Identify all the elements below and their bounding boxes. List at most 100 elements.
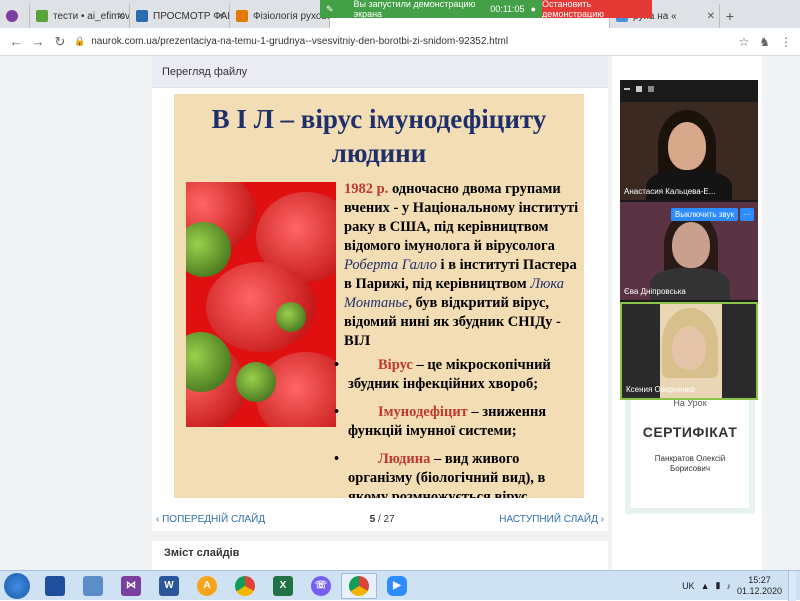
more-options-button[interactable]: ··· [740, 208, 754, 221]
slide-counter: 5 / 27 [370, 514, 395, 525]
zoom-video-panel: Анастасия Кальцева-Е... Выключить звук ·… [620, 80, 758, 400]
browser-tab-4[interactable]: Фізіологія руховою [230, 4, 330, 28]
url-field[interactable]: 🔒 naurok.com.ua/prezentaciya-na-temu-1-g… [74, 36, 738, 47]
taskbar-app-save[interactable] [37, 573, 73, 599]
file-viewer: Перегляд файлу В І Л – вірус імунодефіци… [152, 56, 608, 531]
tab-favicon-icon [36, 10, 48, 22]
screen-share-banner: ✎ Вы запустили демонстрацию экрана 00:11… [320, 0, 542, 19]
avast-icon: A [197, 575, 217, 596]
prev-slide-link[interactable]: ‹ ПОПЕРЕДНІЙ СЛАЙД [156, 514, 265, 525]
taskbar-app-chrome[interactable] [227, 573, 263, 599]
archive-icon [83, 575, 103, 596]
bullet-term: Вірус [378, 357, 413, 373]
tab-close-icon[interactable]: ✕ [217, 11, 225, 22]
viber-icon: ☏ [311, 575, 331, 596]
volume-icon[interactable]: ♪ [726, 581, 731, 591]
taskbar-app-avast[interactable]: A [189, 573, 225, 599]
bullet-item: Імунодефіцит – зниження функцій імунної … [334, 403, 580, 441]
certificate-title: СЕРТИФІКАТ [642, 424, 738, 440]
excel-icon: X [273, 575, 293, 596]
slide-bullet-list: Вірус – це мікроскопічний збудник інфекц… [334, 356, 580, 498]
chrome-active-icon [349, 575, 369, 596]
share-message: Вы запустили демонстрацию экрана [353, 0, 476, 19]
share-timer: 00:11:05 [490, 4, 525, 14]
participant-tile[interactable]: Анастасия Кальцева-Е... [620, 102, 758, 200]
share-pin-icon: ✎ [326, 3, 334, 14]
browser-tab-2[interactable]: тести • ai_efimova ✕ [30, 4, 130, 28]
system-clock[interactable]: 15:27 01.12.2020 [737, 575, 782, 597]
back-icon[interactable]: ← [8, 34, 24, 49]
participant-name: Ксения Оверченко [626, 385, 695, 394]
forward-icon[interactable]: → [30, 34, 46, 49]
layout-icon[interactable] [648, 86, 654, 92]
zoom-icon: ▶ [387, 575, 407, 596]
browser-tab-3[interactable]: ПРОСМОТР ФАЙЛ ✕ [130, 4, 230, 28]
clock-time: 15:27 [748, 574, 771, 585]
slide-title-line1: В І Л – вірус імунодефіциту [211, 104, 547, 134]
taskbar-app-visual-studio[interactable]: ⋈ [113, 573, 149, 599]
tab-favicon-icon [236, 10, 248, 22]
taskbar-app-excel[interactable]: X [265, 573, 301, 599]
extension-icon[interactable]: ♞ [759, 35, 770, 49]
contents-header: Зміст слайдів [164, 547, 240, 559]
bookmark-star-icon[interactable]: ☆ [738, 35, 749, 49]
taskbar-app-word[interactable]: W [151, 573, 187, 599]
tray-expand-icon[interactable]: ▲ [701, 581, 710, 591]
save-icon [45, 575, 65, 596]
stop-share-label: Остановить демонстрацию [542, 0, 604, 19]
bullet-term: Людина [378, 451, 431, 467]
chrome-icon [235, 575, 255, 596]
current-slide-number: 5 [369, 513, 376, 525]
lock-icon: 🔒 [74, 36, 86, 46]
taskbar-app-zoom[interactable]: ▶ [379, 573, 415, 599]
tab-close-icon[interactable]: ✕ [707, 11, 715, 22]
slide-title: В І Л – вірус імунодефіциту людини [174, 102, 584, 170]
slide-year: 1982 р. [344, 181, 389, 197]
next-slide-link[interactable]: НАСТУПНИЙ СЛАЙД › [499, 514, 604, 525]
new-tab-button[interactable]: + [720, 8, 740, 24]
menu-icon[interactable]: ⋮ [780, 35, 792, 49]
slide-paragraph: 1982 р. одночасно двома групами вчених -… [344, 180, 580, 351]
slide-title-line2: людини [331, 138, 427, 168]
certificate-name-line1: Панкратов Олексій [654, 454, 726, 463]
share-status-icon: ● [530, 4, 536, 14]
presentation-slide: В І Л – вірус імунодефіциту людини 1982 … [174, 94, 584, 498]
blood-cells-image [186, 182, 336, 427]
view-icon[interactable] [636, 86, 642, 92]
certificate-name: Панкратов Олексій Борисович [631, 454, 749, 474]
clock-date: 01.12.2020 [736, 585, 782, 596]
participant-tile[interactable]: Ксения Оверченко [620, 302, 758, 400]
bullet-item: Вірус – це мікроскопічний збудник інфекц… [334, 356, 580, 394]
language-indicator[interactable]: UK [682, 581, 695, 591]
minimize-icon[interactable] [624, 88, 630, 90]
show-desktop-button[interactable] [788, 570, 796, 601]
participant-name: Єва Дніпровська [624, 287, 686, 296]
slide-pager: ‹ ПОПЕРЕДНІЙ СЛАЙД 5 / 27 НАСТУПНИЙ СЛАЙ… [152, 510, 608, 528]
scientist-name-1: Роберта Галло [344, 257, 437, 273]
tab-close-icon[interactable]: ✕ [117, 11, 125, 22]
word-icon: W [159, 575, 179, 596]
mute-audio-button[interactable]: Выключить звук [670, 208, 738, 221]
start-button-icon[interactable] [4, 572, 30, 599]
taskbar-app-archive[interactable] [75, 573, 111, 599]
taskbar-app-chrome-active[interactable] [341, 572, 377, 599]
participant-tile[interactable]: Выключить звук ··· Єва Дніпровська [620, 202, 758, 300]
system-tray: UK ▲ ▮ ♪ 15:27 01.12.2020 [682, 575, 782, 597]
tab-favicon-icon [6, 10, 18, 22]
taskbar-app-viber[interactable]: ☏ [303, 573, 339, 599]
stop-share-button[interactable]: Остановить демонстрацию [542, 0, 652, 19]
viewer-header: Перегляд файлу [152, 56, 608, 88]
network-icon[interactable]: ▮ [716, 580, 721, 591]
zoom-panel-toolbar [620, 80, 758, 98]
tab-title: Фізіологія руховою [253, 10, 329, 22]
participant-name: Анастасия Кальцева-Е... [624, 187, 716, 196]
reload-icon[interactable]: ↻ [52, 34, 68, 50]
windows-taskbar: ⋈ W A X ☏ ▶ UK ▲ ▮ ♪ 15:27 01.12.2020 [0, 570, 800, 601]
tab-favicon-icon [136, 10, 148, 22]
address-bar: ← → ↻ 🔒 naurok.com.ua/prezentaciya-na-te… [0, 28, 800, 56]
bullet-item: Людина – вид живого організму (біологічн… [334, 450, 580, 498]
total-slides: / 27 [377, 513, 395, 525]
certificate-name-line2: Борисович [669, 464, 711, 473]
url-text: naurok.com.ua/prezentaciya-na-temu-1-gru… [91, 36, 509, 47]
browser-tab-1[interactable] [0, 4, 30, 28]
